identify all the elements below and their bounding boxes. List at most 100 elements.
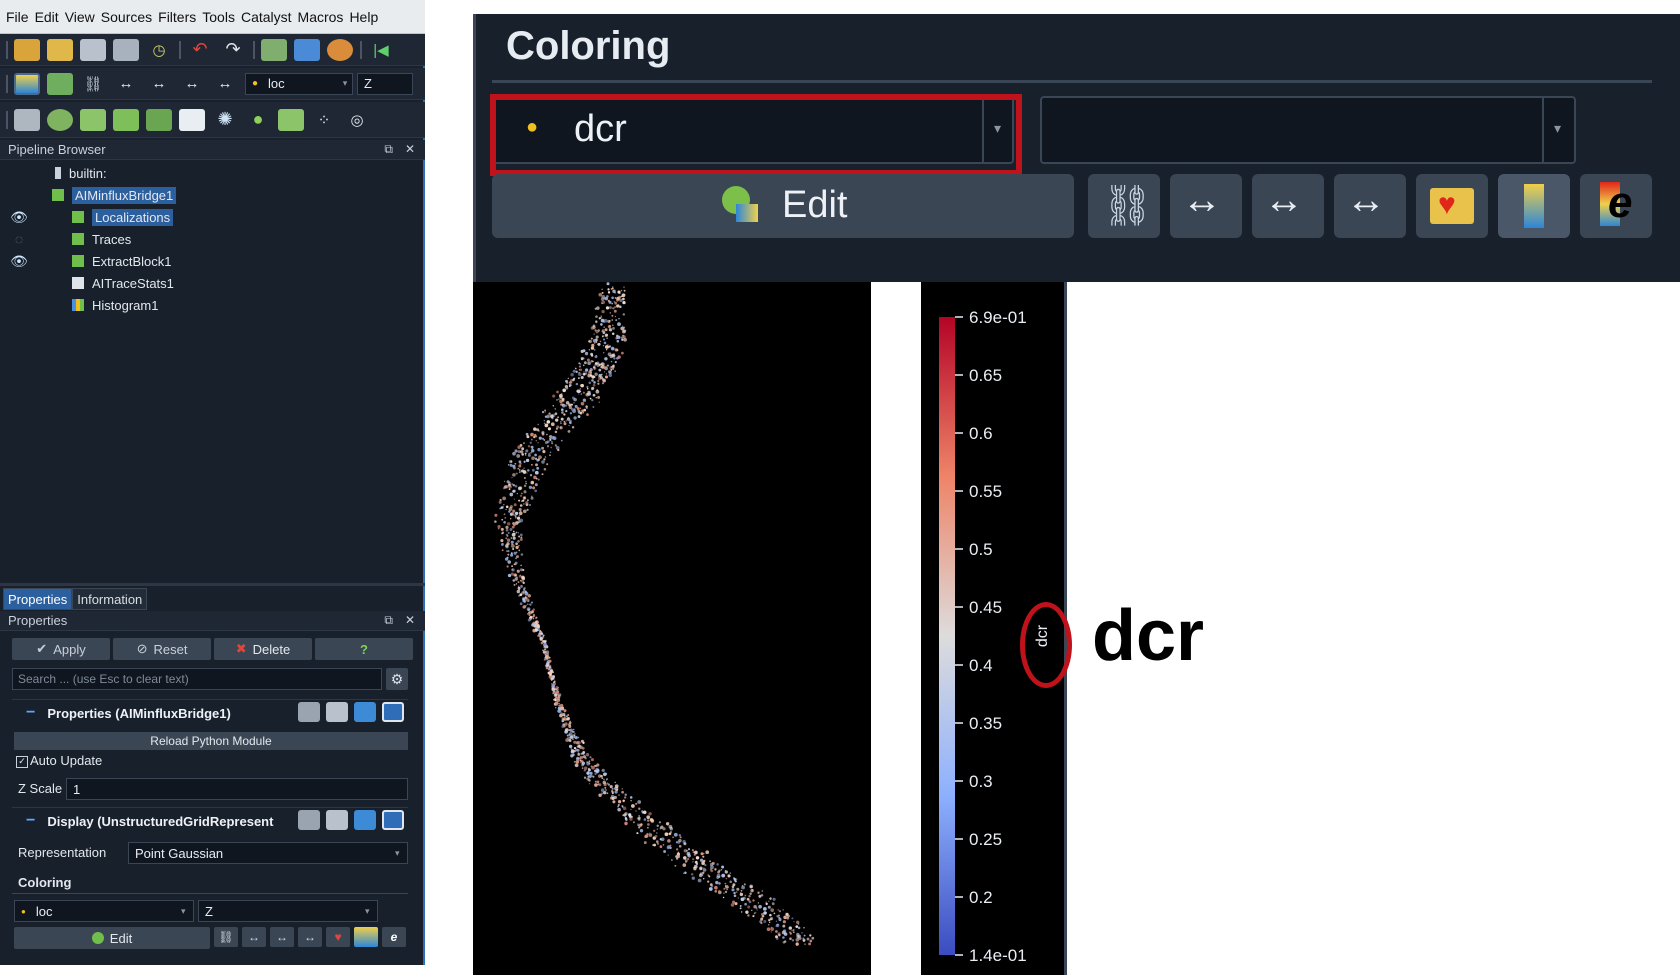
- float-icon[interactable]: ⧉: [384, 142, 393, 157]
- restore-default-icon[interactable]: [354, 810, 376, 830]
- menu-file[interactable]: File: [6, 9, 29, 25]
- clip-icon[interactable]: [80, 108, 106, 131]
- edit-color-legend-icon[interactable]: e: [382, 927, 406, 947]
- menu-macros[interactable]: Macros: [298, 9, 344, 25]
- contour-icon[interactable]: [47, 108, 73, 131]
- zoom-favorite-presets-button[interactable]: ♥: [1416, 174, 1488, 238]
- glyph-icon[interactable]: ✺: [212, 109, 238, 131]
- rescale-visible-range-icon[interactable]: ↔: [179, 73, 205, 95]
- rescale-data-range-icon[interactable]: ↔: [113, 73, 139, 95]
- load-state-icon[interactable]: [47, 38, 73, 61]
- reload-python-module-button[interactable]: Reload Python Module: [14, 732, 408, 750]
- properties-search-input[interactable]: Search ... (use Esc to clear text): [12, 668, 382, 690]
- eye-visible-icon[interactable]: 👁: [10, 253, 28, 270]
- rescale-custom-range-icon[interactable]: ↔: [270, 927, 294, 947]
- extract-level-icon[interactable]: ◎: [344, 109, 370, 131]
- calculator-icon[interactable]: [14, 108, 40, 131]
- restore-default-icon[interactable]: [354, 702, 376, 722]
- copy-icon[interactable]: [298, 810, 320, 830]
- tree-item-aiminfluxbridge1[interactable]: AIMinfluxBridge1: [52, 184, 177, 206]
- tree-item-traces[interactable]: ◌ Traces: [15, 228, 131, 250]
- save-default-icon[interactable]: [382, 702, 404, 722]
- splitter[interactable]: [0, 583, 425, 586]
- tab-information[interactable]: Information: [72, 588, 148, 610]
- tree-item-aitracestats1[interactable]: AITraceStats1: [72, 272, 174, 294]
- menu-edit[interactable]: Edit: [35, 9, 59, 25]
- paste-icon[interactable]: [326, 702, 348, 722]
- localization-point: [613, 309, 617, 313]
- rescale-temporal-range-icon[interactable]: ↔: [298, 927, 322, 947]
- zoom-rescale-temporal-button[interactable]: ↔: [1334, 174, 1406, 238]
- section-properties[interactable]: − Properties (AIMinfluxBridge1): [12, 699, 408, 726]
- menu-tools[interactable]: Tools: [202, 9, 235, 25]
- zoom-show-legend-button[interactable]: [1498, 174, 1570, 238]
- delete-button[interactable]: ✖ Delete: [214, 638, 312, 660]
- tree-item-localizations[interactable]: 👁 Localizations: [10, 206, 174, 228]
- gear-icon[interactable]: ⚙: [386, 668, 408, 690]
- color-array-select[interactable]: ● loc ▾: [245, 72, 353, 95]
- representation-select[interactable]: Point Gaussian ▾: [128, 842, 408, 864]
- group-datasets-icon[interactable]: ⁘: [311, 109, 337, 131]
- slice-icon[interactable]: [113, 108, 139, 131]
- help-button[interactable]: ?: [315, 638, 413, 660]
- tab-properties[interactable]: Properties: [3, 588, 73, 610]
- zoom-separate-colormap-button[interactable]: ⛓: [1088, 174, 1160, 238]
- separate-colormap-icon[interactable]: ⛓: [214, 927, 238, 947]
- redo-icon[interactable]: ↷: [220, 39, 246, 61]
- float-icon[interactable]: ⧉: [384, 613, 393, 628]
- section-display[interactable]: − Display (UnstructuredGridRepresent: [12, 807, 408, 834]
- localization-point: [667, 845, 671, 849]
- tree-item-histogram1[interactable]: Histogram1: [72, 294, 158, 316]
- show-color-legend-icon[interactable]: [354, 927, 378, 947]
- zoom-rescale-custom-button[interactable]: ↔: [1252, 174, 1324, 238]
- extract-subset-icon[interactable]: [179, 108, 205, 131]
- coloring-component-select[interactable]: Z ▾: [198, 900, 378, 922]
- threshold-icon[interactable]: [146, 108, 172, 131]
- render-view-icon[interactable]: [294, 38, 320, 61]
- paste-icon[interactable]: [326, 810, 348, 830]
- use-separate-colormap-icon[interactable]: ⛓: [80, 73, 106, 95]
- eye-visible-icon[interactable]: 👁: [10, 209, 28, 226]
- undo-icon[interactable]: ↶: [187, 39, 213, 61]
- color-component-select[interactable]: Z: [357, 72, 413, 95]
- copy-icon[interactable]: [298, 702, 320, 722]
- warp-icon[interactable]: [278, 108, 304, 131]
- first-frame-icon[interactable]: |◀: [368, 39, 394, 61]
- edit-colormap-button[interactable]: Edit: [14, 927, 210, 949]
- eye-hidden-icon[interactable]: ◌: [10, 231, 28, 247]
- rescale-custom-range-icon[interactable]: ↔: [146, 73, 172, 95]
- server-disconnect-icon[interactable]: [113, 38, 139, 61]
- open-icon[interactable]: [14, 38, 40, 61]
- tree-item-builtin[interactable]: builtin:: [55, 162, 107, 184]
- favorite-presets-icon[interactable]: ♥: [326, 927, 350, 947]
- menu-help[interactable]: Help: [349, 9, 378, 25]
- camera-link-icon[interactable]: [261, 38, 287, 61]
- zoom-color-component-select[interactable]: ▾: [1040, 96, 1576, 164]
- localization-point: [585, 370, 587, 372]
- zscale-input[interactable]: 1: [66, 778, 408, 800]
- coloring-array-select[interactable]: ● loc ▾: [14, 900, 194, 922]
- render-view[interactable]: [473, 282, 871, 975]
- menu-sources[interactable]: Sources: [101, 9, 152, 25]
- timer-icon[interactable]: ◷: [146, 39, 172, 61]
- rescale-data-range-icon[interactable]: ↔: [242, 927, 266, 947]
- reset-button[interactable]: ⊘ Reset: [113, 638, 211, 660]
- tree-item-extractblock1[interactable]: 👁 ExtractBlock1: [10, 250, 171, 272]
- save-default-icon[interactable]: [382, 810, 404, 830]
- toggle-color-legend-icon[interactable]: [14, 72, 40, 95]
- auto-update-checkbox[interactable]: ✓: [16, 756, 28, 768]
- server-connect-icon[interactable]: [80, 38, 106, 61]
- menu-catalyst[interactable]: Catalyst: [241, 9, 292, 25]
- zoom-edit-legend-button[interactable]: e: [1580, 174, 1652, 238]
- close-icon[interactable]: ✕: [405, 142, 415, 157]
- edit-color-map-icon[interactable]: [47, 72, 73, 95]
- menu-view[interactable]: View: [65, 9, 95, 25]
- palette-icon[interactable]: [327, 38, 353, 61]
- stream-tracer-icon[interactable]: ●: [245, 109, 271, 131]
- apply-button[interactable]: ✔ Apply: [12, 638, 110, 660]
- rescale-temporal-range-icon[interactable]: ↔: [212, 73, 238, 95]
- close-icon[interactable]: ✕: [405, 613, 415, 628]
- zoom-edit-button[interactable]: Edit: [492, 174, 1074, 238]
- zoom-rescale-data-button[interactable]: ↔: [1170, 174, 1242, 238]
- menu-filters[interactable]: Filters: [158, 9, 196, 25]
